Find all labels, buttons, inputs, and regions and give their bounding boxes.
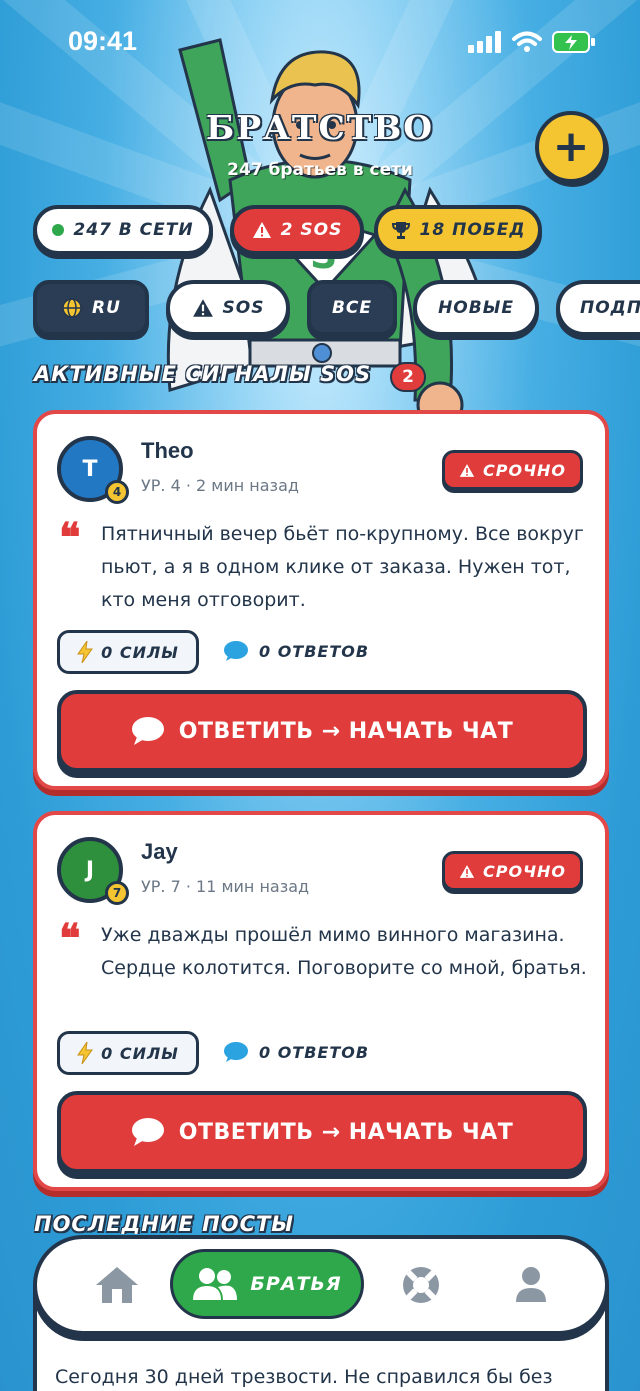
user-name[interactable]: Theo [141,438,194,464]
power-label: 0 СИЛЫ [101,1043,179,1063]
urgent-label: СРОЧНО [483,460,566,480]
nav-profile[interactable] [501,1251,561,1319]
lifebuoy-icon [403,1267,439,1303]
bottom-nav: БРАТЬЯ [33,1235,609,1335]
filter-language-label: RU [92,298,121,318]
filter-sos[interactable]: SOS [166,280,290,336]
reply-start-chat-button[interactable]: ОТВЕТИТЬ → НАЧАТЬ ЧАТ [57,1091,587,1173]
filter-all-label: ВСЕ [331,298,373,318]
level-badge: 4 [105,480,129,504]
replies-count[interactable]: 0 ОТВЕТОВ [223,1041,369,1063]
replies-label: 0 ОТВЕТОВ [259,641,370,661]
replies-count[interactable]: 0 ОТВЕТОВ [223,640,369,662]
warning-icon [192,299,213,317]
globe-icon [62,298,82,318]
urgent-badge: СРОЧНО [442,450,583,490]
status-icons [468,30,596,54]
status-bar: 09:41 [0,0,640,90]
reply-button-label: ОТВЕТИТЬ → НАЧАТЬ ЧАТ [178,1119,514,1145]
lightning-icon [77,1042,94,1064]
post-meta: УР. 4 · 2 мин назад [141,476,299,495]
user-icon [516,1267,546,1302]
level-badge: 7 [105,881,129,905]
chat-bubble-icon [131,717,164,745]
lightning-icon [77,641,94,663]
power-label: 0 СИЛЫ [101,642,179,662]
post-meta: УР. 7 · 11 мин назад [141,877,310,896]
filter-sos-label: SOS [222,298,265,318]
stat-wins[interactable]: 18 ПОБЕД [374,205,542,255]
home-icon [96,1267,138,1303]
power-button[interactable]: 0 СИЛЫ [57,1031,199,1075]
sos-message: Пятничный вечер бьёт по-крупному. Все во… [101,523,584,611]
add-post-button[interactable]: + [535,111,607,183]
posts-section-title: ПОСЛЕДНИЕ ПОСТЫ [34,1212,295,1234]
reply-button-label: ОТВЕТИТЬ → НАЧАТЬ ЧАТ [178,718,514,744]
warning-icon [459,463,475,477]
filter-language[interactable]: RU [33,280,149,336]
sos-card[interactable]: J 7 Jay УР. 7 · 11 мин назад СРОЧНО ❝ Уж… [33,811,609,1191]
plus-icon: + [552,121,590,172]
status-time: 09:41 [68,26,138,56]
nav-support[interactable] [391,1251,451,1319]
nav-brothers-label: БРАТЬЯ [250,1273,342,1295]
signal-icon [468,31,501,53]
quote-icon: ❝ [59,915,81,962]
warning-icon [252,222,271,238]
filter-all[interactable]: ВСЕ [307,280,397,336]
sos-section-title: АКТИВНЫЕ СИГНАЛЫ SOS [34,362,372,386]
nav-brothers[interactable]: БРАТЬЯ [170,1249,364,1319]
filter-subscriptions-label: ПОДП [580,298,640,318]
nav-home[interactable] [87,1251,147,1319]
reply-start-chat-button[interactable]: ОТВЕТИТЬ → НАЧАТЬ ЧАТ [57,690,587,772]
chat-bubble-icon [224,1042,248,1062]
chat-bubble-icon [224,641,248,661]
sos-count-badge: 2 [390,362,426,392]
chat-bubble-icon [131,1118,164,1146]
trophy-icon [391,222,410,239]
urgent-label: СРОЧНО [483,861,566,881]
stat-online-label: 247 В СЕТИ [73,220,194,240]
filter-subscriptions[interactable]: ПОДП [556,280,640,336]
power-button[interactable]: 0 СИЛЫ [57,630,199,674]
user-name[interactable]: Jay [141,839,178,865]
stat-online[interactable]: 247 В СЕТИ [33,205,213,255]
quote-icon: ❝ [59,514,81,561]
filter-new[interactable]: НОВЫЕ [413,280,539,336]
sos-message: Уже дважды прошёл мимо винного магазина.… [101,924,587,979]
warning-icon [459,864,475,878]
users-icon [193,1268,238,1300]
stat-sos[interactable]: 2 SOS [230,205,364,255]
stat-wins-label: 18 ПОБЕД [419,220,526,240]
battery-icon [552,31,595,53]
sos-card[interactable]: T 4 Theo УР. 4 · 2 мин назад СРОЧНО ❝ Пя… [33,410,609,790]
urgent-badge: СРОЧНО [442,851,583,891]
wifi-icon [512,31,542,52]
stat-sos-label: 2 SOS [280,220,343,240]
filter-new-label: НОВЫЕ [438,298,514,318]
replies-label: 0 ОТВЕТОВ [259,1042,370,1062]
post-text: Сегодня 30 дней трезвости. Не справился … [55,1366,553,1388]
online-dot-icon [52,224,65,236]
